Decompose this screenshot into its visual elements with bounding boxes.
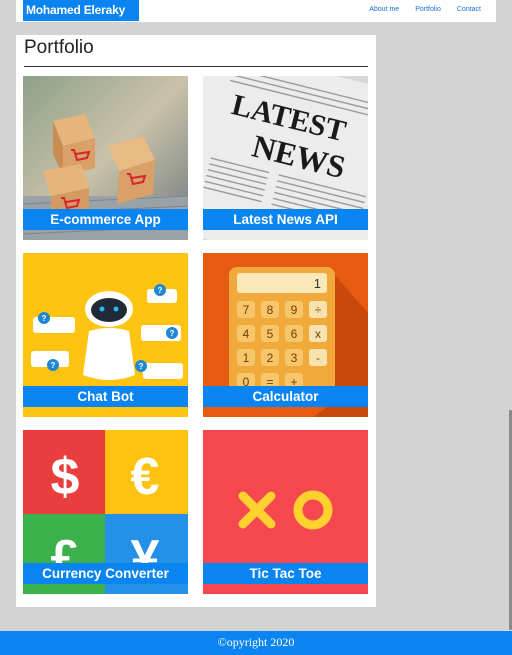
calc-key-label: 6	[291, 327, 298, 341]
portfolio-title: Portfolio	[24, 37, 94, 58]
project-card-tictactoe[interactable]: Tic Tac Toe	[203, 430, 368, 594]
calc-key-label: 5	[267, 327, 274, 341]
calc-key-label: 1	[243, 351, 250, 365]
svg-text:?: ?	[139, 362, 144, 371]
calc-key-label: ÷	[315, 303, 322, 317]
copyright-text: ©opyright 2020	[217, 635, 295, 649]
nav-portfolio[interactable]: Portfolio	[415, 6, 441, 13]
project-card-currency[interactable]: $ € £ ¥ Currency Converter	[23, 430, 188, 594]
project-card-calculator[interactable]: 1 7 8 9 ÷ 4 5 6 x 1 2 3-0 = + Calculator	[203, 253, 368, 417]
calc-key-label: x	[315, 327, 321, 341]
svg-text:?: ?	[170, 329, 175, 338]
project-label: E-commerce App	[23, 209, 188, 230]
svg-text:€: €	[131, 448, 160, 506]
project-card-chatbot[interactable]: ? ? ? ? ? Chat Bot	[23, 253, 188, 417]
portfolio-section: Portfolio E-commerce App LATEST NEWS Lat…	[16, 35, 376, 607]
svg-text:?: ?	[51, 361, 56, 370]
calc-key-label: 2	[267, 351, 274, 365]
brand-name[interactable]: Mohamed Eleraky	[23, 0, 139, 21]
calc-key-label: 4	[243, 327, 250, 341]
project-label: Tic Tac Toe	[203, 563, 368, 584]
calc-key-label: -	[316, 351, 320, 365]
footer: ©opyright 2020	[0, 631, 512, 655]
calc-key-label: 7	[243, 303, 250, 317]
project-label: Currency Converter	[23, 563, 188, 584]
nav-about-me[interactable]: About me	[369, 6, 399, 13]
nav-links: About me Portfolio Contact	[353, 6, 481, 13]
calc-key-label: 3	[291, 351, 298, 365]
svg-text:?: ?	[158, 286, 163, 295]
calc-key-label: 9	[291, 303, 298, 317]
top-navbar: Mohamed Eleraky About me Portfolio Conta…	[16, 0, 496, 22]
project-label: Latest News API	[203, 209, 368, 230]
svg-text:$: $	[51, 448, 80, 506]
project-label: Chat Bot	[23, 386, 188, 407]
calc-key-label: 8	[267, 303, 274, 317]
nav-contact[interactable]: Contact	[457, 6, 481, 13]
project-card-ecommerce[interactable]: E-commerce App	[23, 76, 188, 240]
project-card-news[interactable]: LATEST NEWS Latest News API	[203, 76, 368, 240]
title-divider	[24, 66, 368, 67]
svg-text:?: ?	[42, 314, 47, 323]
project-label: Calculator	[203, 386, 368, 407]
svg-text:1: 1	[314, 276, 321, 291]
